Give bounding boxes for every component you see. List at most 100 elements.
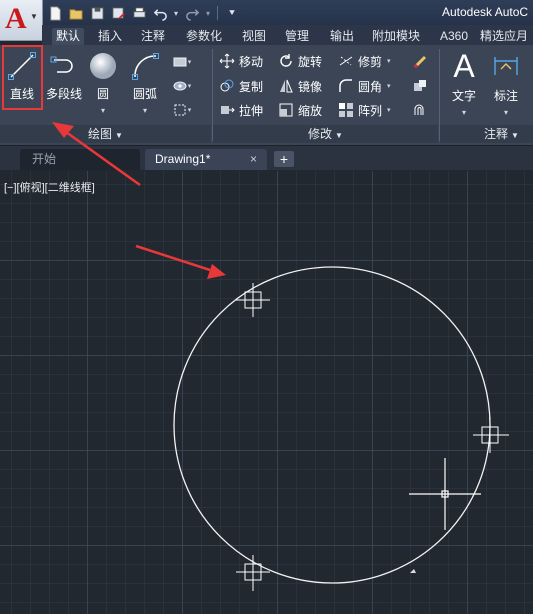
scale-icon xyxy=(277,101,295,119)
move-icon xyxy=(218,52,236,70)
application-menu-button[interactable]: A ▼ xyxy=(0,0,43,41)
draw-panel-title[interactable]: 绘图 ▼ xyxy=(0,125,211,143)
chevron-down-icon: ▾ xyxy=(387,58,391,65)
chevron-down-icon: ▼ xyxy=(335,131,343,140)
tab-manage[interactable]: 管理 xyxy=(281,28,313,45)
dimension-tool-button[interactable]: 标注 ▾ xyxy=(488,49,524,118)
autocad-logo-icon: A xyxy=(5,2,27,35)
stretch-tool-button[interactable]: 拉伸 xyxy=(218,100,263,120)
array-tool-button[interactable]: 阵列 ▾ xyxy=(337,100,391,120)
tab-start[interactable]: 开始 xyxy=(20,149,140,170)
arc-icon xyxy=(128,49,162,83)
arc-tool-label: 圆弧 ▾ xyxy=(132,87,157,115)
grip-square-icon xyxy=(236,283,270,317)
circle-tool-button[interactable]: 圆 ▾ xyxy=(86,49,120,116)
rectangle-icon xyxy=(173,57,187,67)
stretch-icon xyxy=(218,101,236,119)
scale-tool-button[interactable]: 缩放 xyxy=(277,100,322,120)
trim-icon xyxy=(337,52,355,70)
redo-icon[interactable] xyxy=(183,4,201,22)
crosshair-cursor-icon xyxy=(409,458,481,530)
mirror-icon xyxy=(277,77,295,95)
window-title: Autodesk AutoC xyxy=(442,5,529,19)
arc-tool-button[interactable]: 圆弧 ▾ xyxy=(128,49,162,116)
print-icon[interactable] xyxy=(130,4,148,22)
circle-grip-marker xyxy=(410,569,416,573)
modify-panel-title[interactable]: 修改 ▼ xyxy=(213,125,438,143)
dimension-icon xyxy=(489,49,523,83)
annotation-panel-title[interactable]: 注释 ▼ xyxy=(440,125,533,143)
chevron-down-icon: ▾ xyxy=(187,83,192,90)
tab-drawing1[interactable]: Drawing1* × xyxy=(145,149,267,170)
mirror-tool-label: 镜像 xyxy=(298,79,323,94)
circle-icon xyxy=(86,49,120,83)
hatch-icon xyxy=(173,81,187,91)
undo-dropdown-icon[interactable]: ▾ xyxy=(172,4,180,22)
fillet-tool-button[interactable]: 圆角 ▾ xyxy=(337,76,391,96)
explode-tool-button[interactable] xyxy=(410,77,430,95)
erase-tool-button[interactable] xyxy=(410,53,430,71)
fillet-icon xyxy=(337,77,355,95)
copy-icon xyxy=(218,77,236,95)
title-bar: ▾ ▾ ⯆ Autodesk AutoC xyxy=(0,0,533,25)
redo-dropdown-icon[interactable]: ▾ xyxy=(204,4,212,22)
offset-tool-button[interactable] xyxy=(410,101,430,119)
copy-tool-button[interactable]: 复制 xyxy=(218,76,263,96)
dimension-tool-label: 标注 ▾ xyxy=(493,89,518,117)
tab-parametric[interactable]: 参数化 xyxy=(182,28,226,45)
chevron-down-icon: ▾ xyxy=(387,83,391,90)
rectangle-tool-button[interactable]: ▾ xyxy=(172,53,192,71)
autocad-window: ▾ ▾ ⯆ Autodesk AutoC A ▼ 默认 插入 注释 参数化 视图… xyxy=(0,0,533,614)
tab-insert[interactable]: 插入 xyxy=(94,28,126,45)
tab-output[interactable]: 输出 xyxy=(326,28,358,45)
tab-addins[interactable]: 附加模块 xyxy=(368,28,424,45)
rotate-tool-button[interactable]: 旋转 xyxy=(277,51,322,71)
save-as-icon[interactable] xyxy=(109,4,127,22)
trim-tool-label: 修剪 xyxy=(358,54,383,69)
chevron-down-icon: ▾ xyxy=(187,59,192,66)
polyline-tool-button[interactable]: 多段线 xyxy=(44,49,84,102)
chevron-down-icon: ▼ xyxy=(511,131,519,140)
move-tool-label: 移动 xyxy=(239,54,264,69)
copy-tool-label: 复制 xyxy=(239,79,264,94)
erase-icon xyxy=(413,55,427,69)
hatch-tool-button[interactable]: ▾ xyxy=(172,77,192,95)
undo-icon[interactable] xyxy=(151,4,169,22)
text-icon: A xyxy=(453,47,475,84)
boundary-tool-button[interactable]: ▾ xyxy=(172,101,192,119)
new-file-icon[interactable] xyxy=(46,4,64,22)
close-icon[interactable]: × xyxy=(250,149,257,170)
explode-icon xyxy=(414,80,426,91)
line-tool-highlight-box xyxy=(2,45,43,110)
mirror-tool-button[interactable]: 镜像 xyxy=(277,76,322,96)
tab-home[interactable]: 默认 xyxy=(52,28,85,45)
drawing-area-graphics xyxy=(173,266,509,591)
tab-annotate[interactable]: 注释 xyxy=(137,28,169,45)
tab-view[interactable]: 视图 xyxy=(238,28,270,45)
boundary-icon xyxy=(174,104,186,116)
customize-qat-icon[interactable]: ⯆ xyxy=(223,4,241,22)
open-folder-icon[interactable] xyxy=(67,4,85,22)
text-tool-button[interactable]: A 文字 ▾ xyxy=(446,47,482,118)
document-tab-bar: 开始 Drawing1* × + xyxy=(0,146,533,170)
offset-icon xyxy=(414,104,424,115)
chevron-down-icon: ▼ xyxy=(30,12,38,21)
array-icon xyxy=(337,101,355,119)
chevron-down-icon: ▾ xyxy=(387,107,391,114)
tab-featured-apps[interactable]: 精选应月 xyxy=(476,28,532,45)
new-tab-button[interactable]: + xyxy=(274,151,294,167)
tab-drawing1-label: Drawing1* xyxy=(155,152,211,166)
chevron-down-icon: ▾ xyxy=(187,107,192,114)
save-icon[interactable] xyxy=(88,4,106,22)
trim-tool-button[interactable]: 修剪 ▾ xyxy=(337,51,391,71)
move-tool-button[interactable]: 移动 xyxy=(218,51,263,71)
drawing-canvas[interactable]: [−][俯视][二维线框] xyxy=(0,171,533,614)
tab-a360[interactable]: A360 xyxy=(436,28,472,45)
array-tool-label: 阵列 xyxy=(358,103,383,118)
qat-separator xyxy=(217,6,218,20)
rotate-tool-label: 旋转 xyxy=(298,54,323,69)
quick-access-toolbar: ▾ ▾ ⯆ xyxy=(46,3,241,23)
grip-square-icon xyxy=(236,555,270,591)
drawn-circle[interactable] xyxy=(173,266,491,584)
stretch-tool-label: 拉伸 xyxy=(239,103,264,118)
